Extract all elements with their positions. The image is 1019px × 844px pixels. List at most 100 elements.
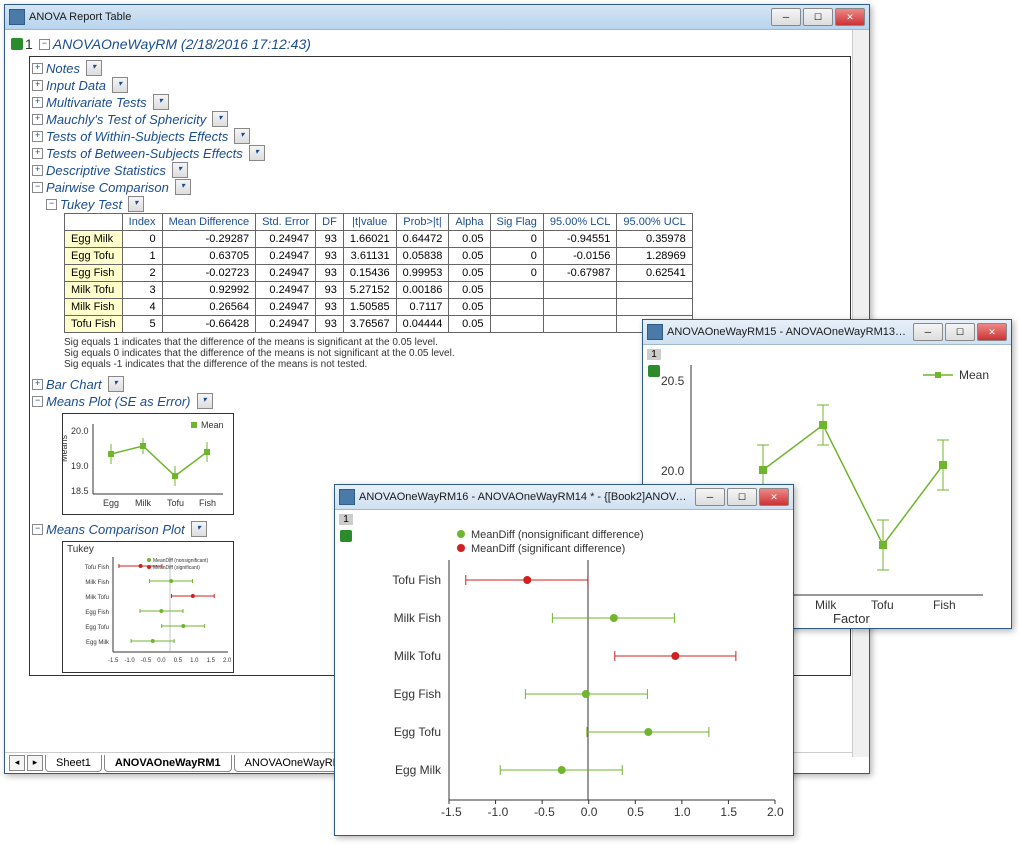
table-cell: 0 [122,231,162,248]
table-cell: -0.29287 [162,231,256,248]
dropdown-icon[interactable]: ▾ [197,393,213,409]
dropdown-icon[interactable]: ▾ [212,111,228,127]
collapse-toggle[interactable]: − [39,39,50,50]
table-cell: 0.7117 [396,299,449,316]
table-cell: 93 [316,231,344,248]
table-row[interactable]: Milk Tofu30.929920.24947935.271520.00186… [65,282,693,299]
section-means-comp[interactable]: Means Comparison Plot [46,522,185,537]
minimize-button[interactable]: ─ [695,488,725,506]
title-bar[interactable]: ANOVA Report Table ─ ☐ ✕ [5,5,869,30]
sheet-tab-active[interactable]: ANOVAOneWayRM1 [104,755,232,772]
table-cell: -0.02723 [162,265,256,282]
section-notes[interactable]: Notes [46,61,80,76]
table-header [65,214,123,231]
window-title: ANOVA Report Table [29,11,767,23]
lock-icon [11,38,23,50]
close-button[interactable]: ✕ [835,8,865,26]
maximize-button[interactable]: ☐ [727,488,757,506]
section-mauchly[interactable]: Mauchly's Test of Sphericity [46,112,206,127]
collapse-toggle[interactable]: − [32,524,43,535]
svg-text:Fish: Fish [933,598,956,612]
dropdown-icon[interactable]: ▾ [153,94,169,110]
comparison-plot-window: ANOVAOneWayRM16 - ANOVAOneWayRM14 * - {[… [334,484,794,836]
minimize-button[interactable]: ─ [771,8,801,26]
comparison-plot-thumbnail[interactable]: Tukey -1.5-1.0-0.50.00.51.01.52.0Tofu Fi… [62,541,234,673]
svg-text:Egg Milk: Egg Milk [86,640,110,646]
expand-toggle[interactable]: + [32,379,43,390]
table-row[interactable]: Egg Milk0-0.292870.24947931.660210.64472… [65,231,693,248]
dropdown-icon[interactable]: ▾ [172,162,188,178]
maximize-button[interactable]: ☐ [945,323,975,341]
svg-text:Egg: Egg [103,498,119,508]
expand-toggle[interactable]: + [32,80,43,91]
table-cell [543,299,617,316]
svg-text:MeanDiff (significant): MeanDiff (significant) [153,565,200,571]
section-bar-chart[interactable]: Bar Chart [46,377,102,392]
table-row[interactable]: Egg Tofu10.637050.24947933.611310.058380… [65,248,693,265]
title-bar[interactable]: ANOVAOneWayRM15 - ANOVAOneWayRM13 * - {[… [643,320,1011,345]
section-within[interactable]: Tests of Within-Subjects Effects [46,129,228,144]
table-header: Sig Flag [490,214,543,231]
section-input-data[interactable]: Input Data [46,78,106,93]
table-cell: 93 [316,299,344,316]
table-cell: 5.27152 [343,282,396,299]
expand-toggle[interactable]: + [32,114,43,125]
svg-text:2.0: 2.0 [223,658,232,664]
svg-text:Fish: Fish [199,498,216,508]
table-cell [617,299,692,316]
table-cell: 93 [316,248,344,265]
expand-toggle[interactable]: + [32,131,43,142]
table-row[interactable]: Egg Fish2-0.027230.24947930.154360.99953… [65,265,693,282]
svg-text:18.5: 18.5 [71,486,89,496]
maximize-button[interactable]: ☐ [803,8,833,26]
collapse-toggle[interactable]: − [32,182,43,193]
svg-text:Mean: Mean [201,420,224,430]
expand-toggle[interactable]: + [32,165,43,176]
close-button[interactable]: ✕ [759,488,789,506]
tab-prev-button[interactable]: ◂ [9,755,25,771]
means-plot-thumbnail[interactable]: 20.0 19.0 18.5 Egg Milk Tofu Fish [62,413,234,515]
dropdown-icon[interactable]: ▾ [112,77,128,93]
section-means-plot[interactable]: Means Plot (SE as Error) [46,394,191,409]
title-bar[interactable]: ANOVAOneWayRM16 - ANOVAOneWayRM14 * - {[… [335,485,793,510]
svg-text:19.0: 19.0 [71,461,89,471]
window-title: ANOVAOneWayRM15 - ANOVAOneWayRM13 * - {[… [667,326,909,338]
svg-text:Milk Tofu: Milk Tofu [85,595,109,601]
dropdown-icon[interactable]: ▾ [128,196,144,212]
table-cell: 93 [316,316,344,333]
section-descriptive[interactable]: Descriptive Statistics [46,163,166,178]
dropdown-icon[interactable]: ▾ [175,179,191,195]
svg-text:1.0: 1.0 [190,658,199,664]
dropdown-icon[interactable]: ▾ [86,60,102,76]
dropdown-icon[interactable]: ▾ [249,145,265,161]
expand-toggle[interactable]: + [32,148,43,159]
close-button[interactable]: ✕ [977,323,1007,341]
expand-toggle[interactable]: + [32,97,43,108]
section-tukey[interactable]: Tukey Test [60,197,122,212]
lock-icon [340,530,352,542]
svg-text:MeanDiff (nonsignificant diffe: MeanDiff (nonsignificant difference) [471,529,644,541]
collapse-toggle[interactable]: − [32,396,43,407]
table-cell: 0.24947 [256,265,316,282]
collapse-toggle[interactable]: − [46,199,57,210]
dropdown-icon[interactable]: ▾ [234,128,250,144]
table-cell: 0 [490,231,543,248]
chart-icon [339,489,355,505]
tab-next-button[interactable]: ▸ [27,755,43,771]
section-pairwise[interactable]: Pairwise Comparison [46,180,169,195]
section-between[interactable]: Tests of Between-Subjects Effects [46,146,243,161]
table-cell: 0.26564 [162,299,256,316]
dropdown-icon[interactable]: ▾ [108,376,124,392]
svg-text:-1.5: -1.5 [108,658,119,664]
table-cell: 3.76567 [343,316,396,333]
svg-text:0.5: 0.5 [174,658,183,664]
minimize-button[interactable]: ─ [913,323,943,341]
sheet-tab[interactable]: Sheet1 [45,755,102,772]
table-row[interactable]: Tofu Fish5-0.664280.24947933.765670.0444… [65,316,693,333]
section-multivariate[interactable]: Multivariate Tests [46,95,147,110]
table-header: Std. Error [256,214,316,231]
table-header: Prob>|t| [396,214,449,231]
expand-toggle[interactable]: + [32,63,43,74]
table-row[interactable]: Milk Fish40.265640.24947931.505850.71170… [65,299,693,316]
dropdown-icon[interactable]: ▾ [191,521,207,537]
